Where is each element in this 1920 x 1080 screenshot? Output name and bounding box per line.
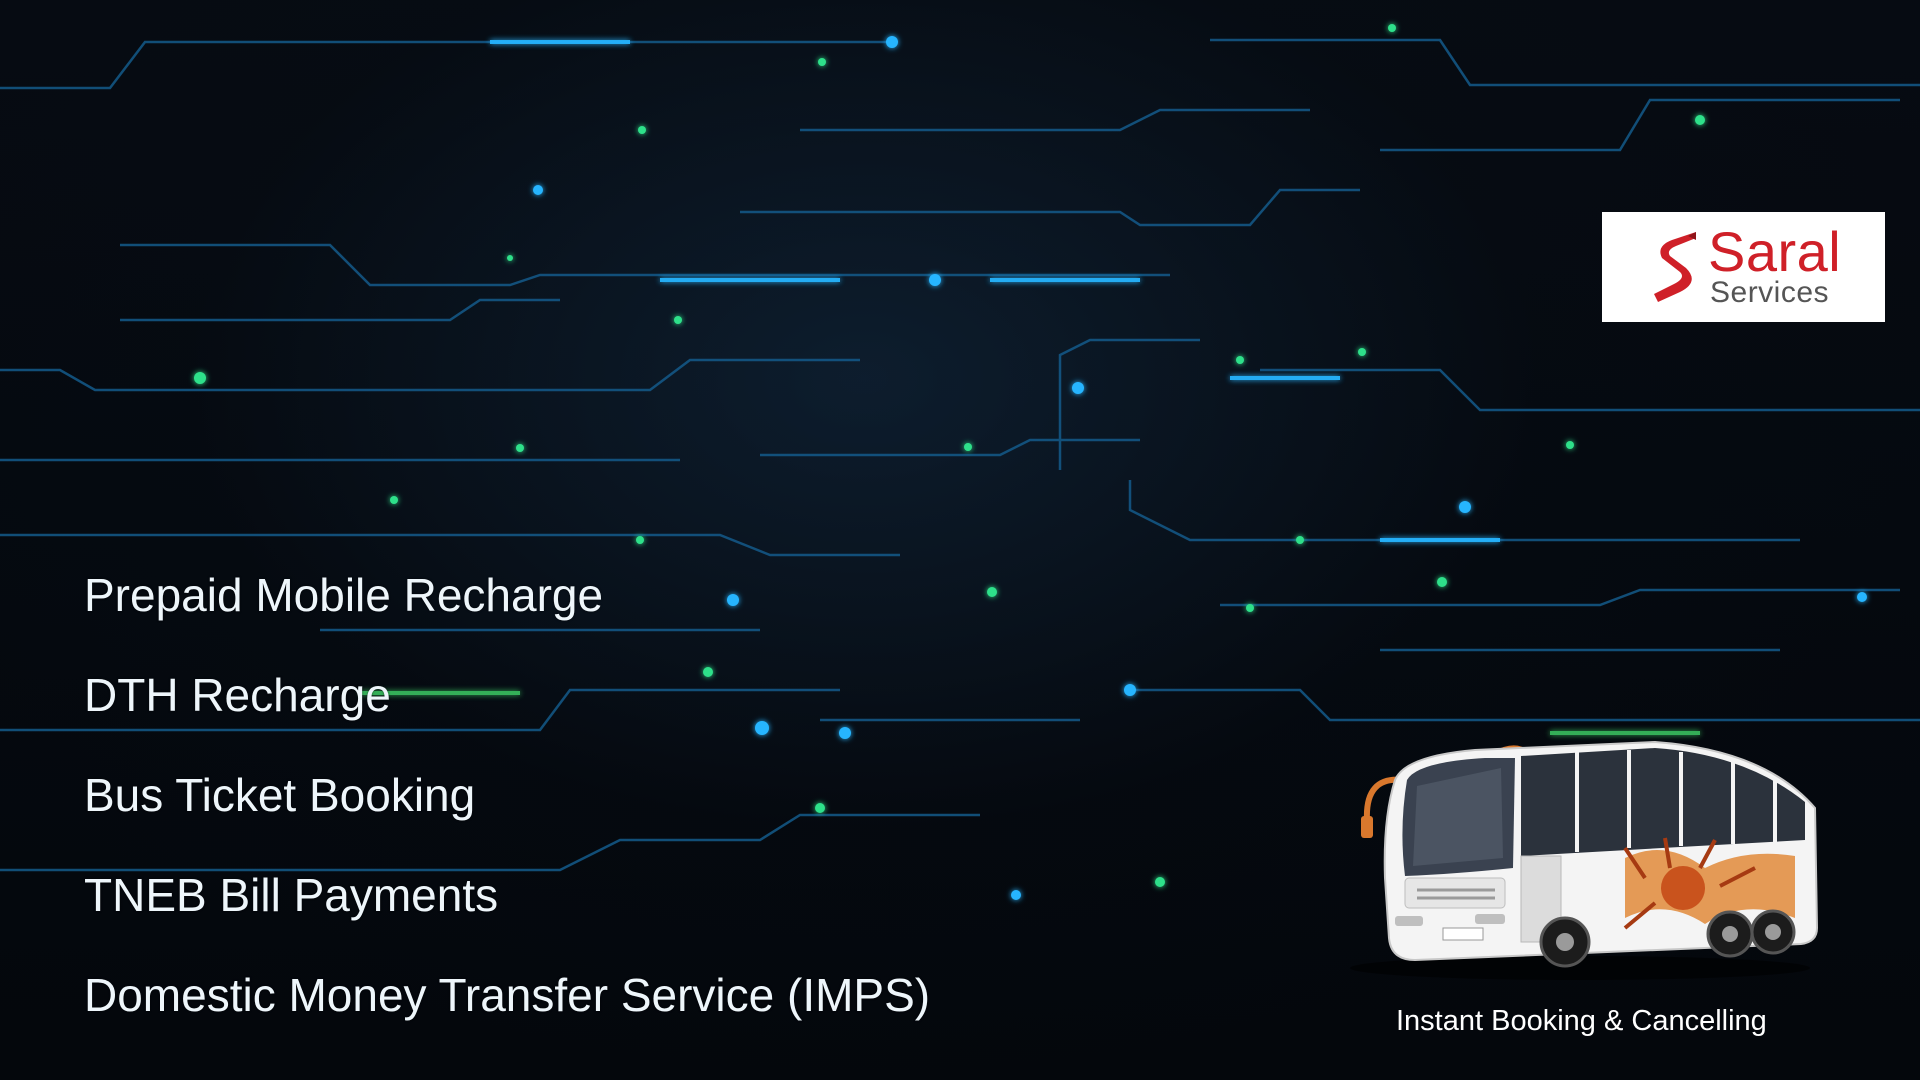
coach-bus-image [1350, 740, 1819, 980]
service-item-dth-recharge: DTH Recharge [84, 669, 391, 721]
service-item-bus-ticket-booking: Bus Ticket Booking [84, 769, 476, 821]
saral-services-logo: Saral Services [1602, 212, 1885, 322]
brand-name: Saral [1708, 220, 1842, 283]
service-item-tneb-bill-payments: TNEB Bill Payments [84, 869, 499, 921]
brand-tagline: Services [1710, 276, 1830, 309]
saral-s-logo-icon [1654, 232, 1696, 302]
services-list: Prepaid Mobile Recharge DTH Recharge Bus… [84, 570, 930, 1070]
bus-caption: Instant Booking & Cancelling [1396, 1005, 1767, 1037]
service-item-money-transfer-imps: Domestic Money Transfer Service (IMPS) [84, 969, 931, 1021]
service-item-prepaid-mobile-recharge: Prepaid Mobile Recharge [84, 569, 604, 621]
